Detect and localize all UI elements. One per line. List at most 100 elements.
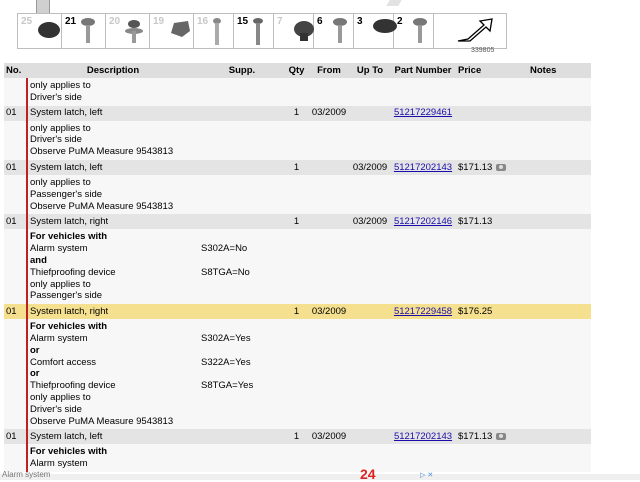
col-header-description: Description	[27, 63, 199, 78]
description-line: Observe PuMA Measure 9543813	[30, 200, 174, 212]
cell-empty	[285, 444, 308, 472]
description-line: only applies to	[30, 278, 91, 290]
part-number-link[interactable]: 51217229461	[394, 107, 452, 118]
legend-item-number: 7	[277, 16, 283, 27]
cell-no: 01	[4, 159, 27, 175]
cell-empty	[528, 174, 591, 215]
cell-empty	[456, 120, 528, 160]
table-row-part[interactable]: 01 System latch, right 1 03/2009 51217202146…	[4, 214, 591, 230]
ad-banner[interactable]: Alarm system 24 ▷ ✕	[0, 466, 640, 482]
cell-empty	[456, 319, 528, 430]
description-line: only applies to	[30, 122, 91, 134]
description-line: For vehicles with	[30, 321, 108, 333]
cell-price: $176.25	[456, 304, 528, 320]
cell-part-number: 51217229461	[390, 105, 456, 121]
table-header-row: No. Description Supp. Qty From Up To Par…	[4, 63, 591, 78]
cell-empty	[528, 319, 591, 430]
cell-supp	[199, 444, 285, 472]
description-line: or	[30, 368, 40, 380]
part-number-link[interactable]: 51217202143	[394, 162, 452, 173]
parts-legend-strip: 25 21 20 19 16 15 7 6 3 2	[17, 13, 507, 49]
cell-supp: S302A=Yes S322A=Yes S8TGA=Yes	[199, 319, 285, 430]
cell-notes	[528, 429, 591, 445]
cell-empty	[390, 78, 456, 106]
supp-code	[201, 177, 283, 189]
table-row-part[interactable]: 01 System latch, right 1 03/2009 51217229458…	[4, 304, 591, 320]
cell-price	[456, 105, 528, 121]
cell-notes	[528, 105, 591, 121]
description-line: Driver's side	[30, 403, 82, 415]
cell-notes	[528, 159, 591, 175]
legend-item-21[interactable]: 21	[62, 14, 106, 48]
cell-empty	[456, 444, 528, 472]
legend-item-7[interactable]: 7	[274, 14, 314, 48]
supp-code: S8TGA=No	[201, 266, 250, 278]
legend-image-fragment	[36, 0, 50, 13]
legend-item-19[interactable]: 19	[150, 14, 194, 48]
description-line: Passenger's side	[30, 290, 103, 302]
legend-item-2[interactable]: 2	[394, 14, 434, 48]
cell-part-number: 51217202143	[390, 159, 456, 175]
cell-empty	[390, 120, 456, 160]
cell-empty	[350, 229, 390, 305]
table-row-part[interactable]: 01 System latch, left 1 03/2009 51217202143 $…	[4, 429, 591, 445]
cell-supp	[199, 429, 285, 445]
cell-empty	[456, 78, 528, 106]
supp-code	[201, 146, 283, 158]
cell-empty	[350, 78, 390, 106]
part-number-link[interactable]: 51217202143	[394, 431, 452, 442]
description-line: only applies to	[30, 391, 91, 403]
screw-washer-icon	[124, 17, 144, 48]
description-line: Thiefproofing device	[30, 266, 116, 278]
cell-description: System latch, left	[26, 159, 199, 175]
parts-table: No. Description Supp. Qty From Up To Par…	[4, 63, 591, 472]
cell-notes	[528, 214, 591, 230]
cell-empty	[285, 229, 308, 305]
description-line: or	[30, 344, 40, 356]
plug-icon	[292, 17, 316, 46]
description-line: Observe PuMA Measure 9543813	[30, 415, 174, 427]
part-number-link[interactable]: 51217229458	[394, 306, 452, 317]
legend-item-3[interactable]: 3	[354, 14, 397, 48]
supp-code	[201, 345, 283, 357]
legend-item-number: 19	[153, 16, 165, 27]
legend-item-20[interactable]: 20	[106, 14, 150, 48]
description-line: Driver's side	[30, 91, 82, 103]
description-line: Comfort access	[30, 356, 96, 368]
legend-item-arrow[interactable]	[434, 14, 506, 48]
description-line: and	[30, 254, 47, 266]
supp-code	[201, 255, 283, 267]
cell-upto: 03/2009	[350, 214, 390, 230]
cell-empty	[390, 444, 456, 472]
camera-icon[interactable]	[496, 163, 507, 171]
table-row-info: For vehicles with Alarm system or Comfort a…	[4, 319, 591, 430]
cell-empty	[350, 174, 390, 215]
ad-text: Alarm system	[2, 470, 51, 479]
cell-supp	[199, 304, 285, 320]
ad-close-icon[interactable]: ▷ ✕	[420, 471, 433, 479]
cell-supp	[199, 159, 285, 175]
col-header-price: Price	[456, 63, 528, 78]
cell-empty	[350, 120, 390, 160]
table-row-part[interactable]: 01 System latch, left 1 03/2009 51217202143 $…	[4, 159, 591, 175]
legend-item-15[interactable]: 15	[234, 14, 274, 48]
table-row-part[interactable]: 01 System latch, left 1 03/2009 51217229461	[4, 105, 591, 121]
legend-item-6[interactable]: 6	[314, 14, 354, 48]
description-line: Alarm system	[30, 243, 88, 255]
cell-description: only applies to Driver's side Observe PuMA…	[26, 120, 199, 160]
cell-empty	[285, 174, 308, 215]
cell-description: System latch, left	[26, 429, 199, 445]
description-line: Observe PuMA Measure 9543813	[30, 146, 174, 158]
cell-no	[4, 444, 27, 472]
round-cap-icon	[36, 17, 62, 42]
legend-item-number: 16	[197, 16, 209, 27]
camera-icon[interactable]	[496, 432, 507, 440]
screw-icon	[332, 17, 348, 48]
cell-qty: 1	[285, 214, 308, 230]
supp-code	[201, 123, 283, 135]
cell-description: For vehicles with Alarm system and Thiefpro…	[26, 229, 199, 305]
part-number-link[interactable]: 51217202146	[394, 216, 452, 227]
legend-item-25[interactable]: 25	[18, 14, 62, 48]
cell-from: 03/2009	[308, 304, 350, 320]
legend-item-16[interactable]: 16	[194, 14, 234, 48]
